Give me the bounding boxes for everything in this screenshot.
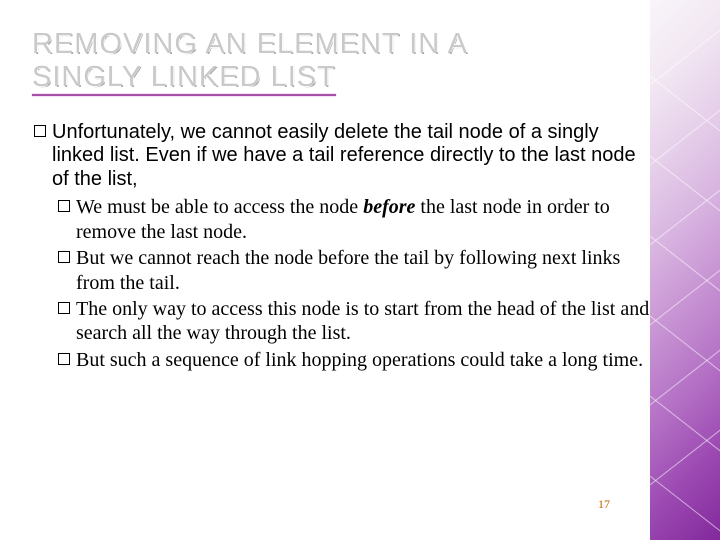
sub-list: We must be able to access the node befor…: [32, 195, 652, 372]
list-item-text-pre: The only way to access this node is to s…: [76, 298, 649, 344]
slide-content: REMOVING AN ELEMENT IN A SINGLY LINKED L…: [32, 28, 652, 374]
square-bullet-icon: [58, 200, 70, 212]
decorative-sidebar: [650, 0, 720, 540]
list-item-text-pre: We must be able to access the node: [76, 196, 363, 218]
list-item: We must be able to access the node befor…: [32, 195, 652, 244]
square-bullet-icon: [34, 125, 46, 137]
slide-body: Unfortunately, we cannot easily delete t…: [32, 121, 652, 373]
list-item-text-em: before: [363, 196, 415, 218]
title-line-1: REMOVING AN ELEMENT IN A: [32, 28, 652, 61]
square-bullet-icon: [58, 251, 70, 263]
slide-title: REMOVING AN ELEMENT IN A SINGLY LINKED L…: [32, 28, 652, 95]
square-bullet-icon: [58, 302, 70, 314]
list-item-text-pre: But such a sequence of link hopping oper…: [76, 349, 643, 371]
list-item: But such a sequence of link hopping oper…: [32, 348, 652, 372]
page-number: 17: [598, 497, 610, 512]
list-item: But we cannot reach the node before the …: [32, 246, 652, 295]
lead-text: Unfortunately, we cannot easily delete t…: [52, 121, 636, 190]
square-bullet-icon: [58, 353, 70, 365]
list-item-text-pre: But we cannot reach the node before the …: [76, 247, 620, 293]
title-line-2: SINGLY LINKED LIST: [32, 61, 336, 93]
list-item: The only way to access this node is to s…: [32, 297, 652, 346]
lead-paragraph: Unfortunately, we cannot easily delete t…: [32, 121, 652, 192]
